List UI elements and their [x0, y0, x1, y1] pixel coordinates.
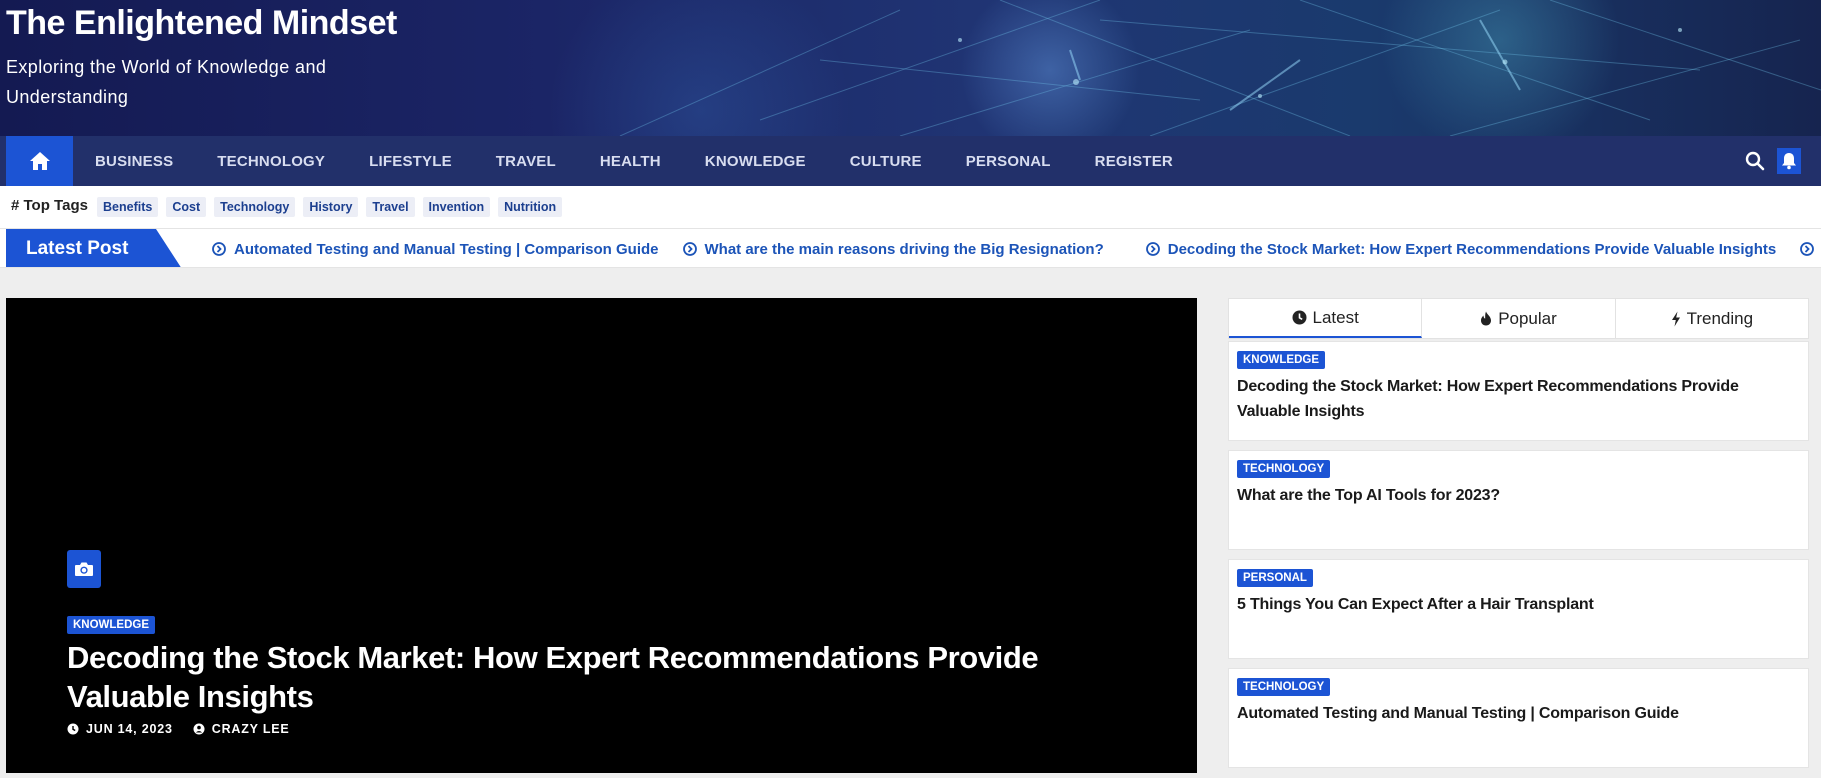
sidebar-posts-widget: Latest Popular Trending KNOWLEDGE Decodi…: [1228, 298, 1809, 768]
sidebar-post-card[interactable]: KNOWLEDGE Decoding the Stock Market: How…: [1228, 341, 1809, 441]
ticker-item[interactable]: Decoding the Stock Market: How Expert Re…: [1145, 240, 1777, 258]
ticker-item[interactable]: What are the main reasons driving the Bi…: [682, 240, 1104, 258]
nav-item-culture[interactable]: CULTURE: [828, 153, 944, 170]
user-icon: [193, 723, 205, 735]
latest-post-label: Latest Post: [6, 229, 182, 267]
tag-benefits[interactable]: Benefits: [97, 197, 159, 217]
featured-meta: JUN 14, 2023 CRAZY LEE: [67, 722, 310, 736]
post-category-badge[interactable]: KNOWLEDGE: [1237, 351, 1326, 369]
latest-post-ticker: Latest Post Automated Testing and Manual…: [0, 228, 1821, 268]
tag-travel[interactable]: Travel: [366, 197, 415, 217]
nav-item-register[interactable]: REGISTER: [1073, 153, 1195, 170]
arrow-circle-icon: [682, 242, 697, 256]
tag-technology[interactable]: Technology: [214, 197, 296, 217]
tab-latest-label: Latest: [1312, 307, 1359, 327]
tab-trending[interactable]: Trending: [1616, 299, 1808, 338]
tab-latest[interactable]: Latest: [1229, 299, 1423, 338]
post-category-badge[interactable]: TECHNOLOGY: [1237, 678, 1331, 696]
featured-date[interactable]: JUN 14, 2023: [67, 722, 173, 736]
bolt-icon: [1671, 311, 1680, 326]
nav-item-travel[interactable]: TRAVEL: [474, 153, 578, 170]
post-category-badge[interactable]: TECHNOLOGY: [1237, 460, 1331, 478]
ticker-item-title: Decoding the Stock Market: How Expert Re…: [1167, 240, 1777, 258]
featured-title[interactable]: Decoding the Stock Market: How Expert Re…: [67, 638, 1147, 716]
nav-item-knowledge[interactable]: KNOWLEDGE: [683, 153, 828, 170]
tag-list: Benefits Cost Technology History Travel …: [97, 197, 563, 217]
post-category-badge[interactable]: PERSONAL: [1237, 569, 1313, 587]
featured-author[interactable]: CRAZY LEE: [193, 722, 290, 736]
nav-menu: BUSINESS TECHNOLOGY LIFESTYLE TRAVEL HEA…: [73, 136, 1195, 186]
tab-popular-label: Popular: [1498, 308, 1557, 328]
home-icon: [29, 152, 50, 170]
ticker-item-title: Automated Testing and Manual Testing | C…: [234, 240, 659, 258]
clock-icon: [1292, 310, 1306, 325]
bell-icon: [1782, 153, 1796, 170]
ticker-items: Automated Testing and Manual Testing | C…: [212, 229, 1821, 267]
site-tagline: Exploring the World of Knowledge and Und…: [6, 57, 327, 107]
main-nav: BUSINESS TECHNOLOGY LIFESTYLE TRAVEL HEA…: [0, 136, 1821, 186]
ticker-item[interactable]: Automated Testing and Manual Testing | C…: [212, 241, 659, 258]
post-title[interactable]: Decoding the Stock Market: How Expert Re…: [1237, 374, 1777, 424]
ticker-item-title: What are the main reasons driving the Bi…: [704, 240, 1104, 258]
nav-item-personal[interactable]: PERSONAL: [944, 153, 1073, 170]
notification-button[interactable]: [1777, 148, 1801, 174]
site-title[interactable]: The Enlightened Mindset: [6, 4, 397, 43]
camera-button[interactable]: [67, 550, 101, 588]
top-tags-bar: # Top Tags Benefits Cost Technology Hist…: [0, 186, 1821, 228]
search-icon[interactable]: [1744, 150, 1766, 172]
featured-category-badge[interactable]: KNOWLEDGE: [67, 616, 156, 634]
post-title[interactable]: What are the Top AI Tools for 2023?: [1237, 483, 1777, 508]
sidebar-post-card[interactable]: PERSONAL 5 Things You Can Expect After a…: [1228, 559, 1809, 659]
tab-trending-label: Trending: [1686, 308, 1754, 328]
sidebar-post-card[interactable]: TECHNOLOGY Automated Testing and Manual …: [1228, 668, 1809, 768]
sidebar-post-card[interactable]: TECHNOLOGY What are the Top AI Tools for…: [1228, 450, 1809, 550]
arrow-circle-icon: [1145, 242, 1160, 256]
featured-author-text: CRAZY LEE: [211, 722, 290, 736]
post-title[interactable]: Automated Testing and Manual Testing | C…: [1237, 701, 1777, 726]
nav-item-health[interactable]: HEALTH: [578, 153, 683, 170]
ticker-item[interactable]: V: [1800, 241, 1821, 258]
nav-item-lifestyle[interactable]: LIFESTYLE: [347, 153, 474, 170]
tab-popular[interactable]: Popular: [1422, 299, 1616, 338]
top-tags-label: # Top Tags: [11, 197, 88, 214]
post-title[interactable]: 5 Things You Can Expect After a Hair Tra…: [1237, 592, 1777, 617]
header-banner: The Enlightened Mindset Exploring the Wo…: [0, 0, 1821, 136]
arrow-circle-icon: [212, 242, 226, 256]
arrow-circle-icon: [1800, 242, 1815, 256]
featured-date-text: JUN 14, 2023: [86, 722, 173, 736]
sidebar-tabs: Latest Popular Trending: [1228, 298, 1809, 339]
tag-nutrition[interactable]: Nutrition: [498, 197, 563, 217]
nav-item-business[interactable]: BUSINESS: [73, 153, 195, 170]
tag-invention[interactable]: Invention: [422, 197, 491, 217]
nav-item-technology[interactable]: TECHNOLOGY: [195, 153, 347, 170]
clock-icon: [67, 723, 79, 735]
tag-history[interactable]: History: [303, 197, 359, 217]
camera-icon: [75, 562, 93, 576]
tag-cost[interactable]: Cost: [166, 197, 207, 217]
nav-home-button[interactable]: [6, 136, 73, 186]
fire-icon: [1481, 311, 1492, 326]
featured-post[interactable]: KNOWLEDGE Decoding the Stock Market: How…: [6, 298, 1197, 773]
